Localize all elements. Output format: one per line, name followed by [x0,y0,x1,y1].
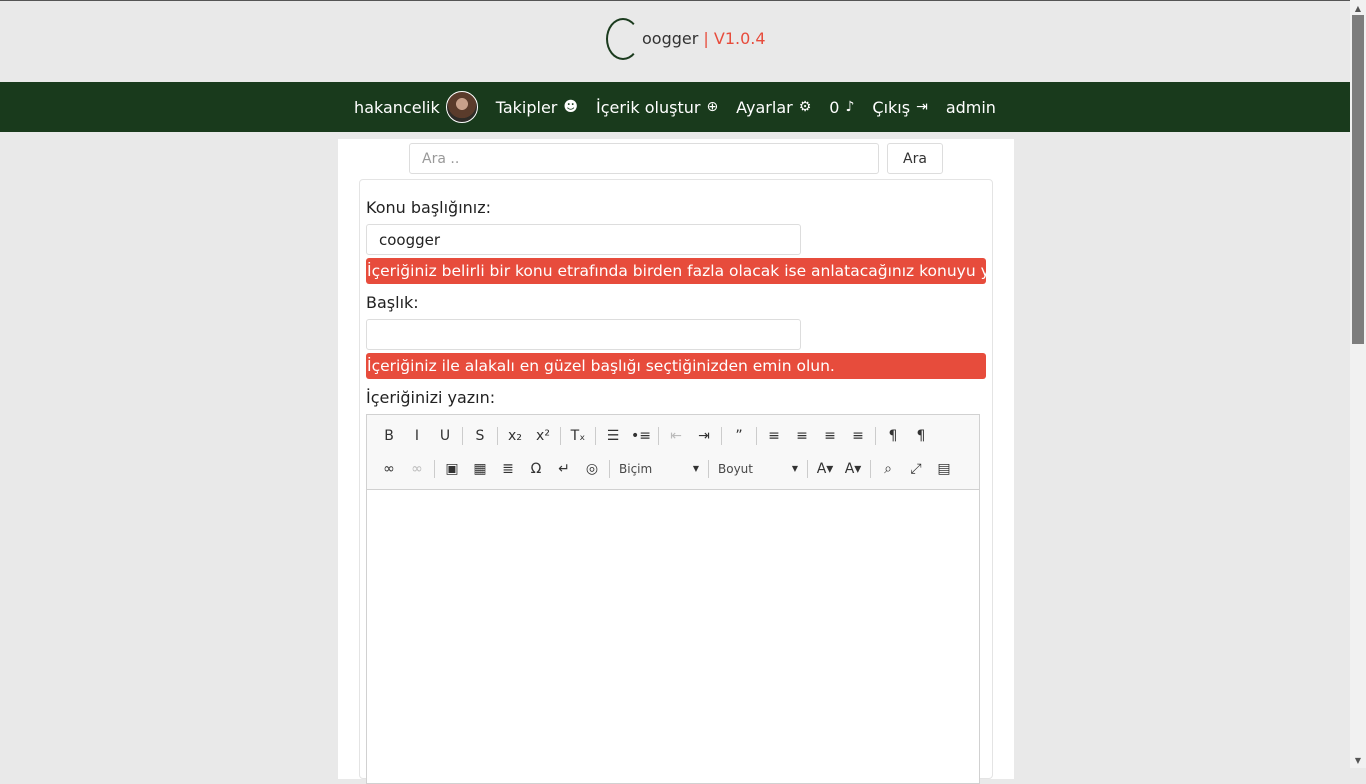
toolbar-separator [708,459,709,478]
size-select-label: Boyut [718,461,753,476]
remove-format-icon[interactable]: Tₓ [564,423,592,449]
page-scrollbar[interactable]: ▲ ▼ [1350,0,1366,768]
preview-icon[interactable]: ⌕ [874,456,902,482]
ltr-icon[interactable]: ¶ [879,423,907,449]
toolbar-separator [721,426,722,445]
logo-c-icon[interactable] [606,18,640,60]
title-input[interactable] [366,319,801,350]
format-select-label: Biçim [619,461,653,476]
toolbar-separator [560,426,561,445]
italic-icon[interactable]: I [403,423,431,449]
nav-username: hakancelik [354,97,440,117]
scroll-up-arrow-icon[interactable]: ▲ [1350,1,1366,15]
link-icon[interactable]: ∞ [375,456,403,482]
content-label: İçeriğinizi yazın: [366,388,496,407]
post-form: Konu başlığınız: İçeriğiniz belirli bir … [359,179,993,784]
special-char-icon[interactable]: Ω [522,456,550,482]
toolbar-separator [807,459,808,478]
justify-icon[interactable]: ≡ [844,423,872,449]
align-right-icon[interactable]: ≡ [816,423,844,449]
users-icon: ☻ [563,99,578,115]
bold-icon[interactable]: B [375,423,403,449]
scrollbar-thumb[interactable] [1352,15,1364,344]
iframe-icon[interactable]: ◎ [578,456,606,482]
sign-out-icon: ⇥ [916,99,928,115]
chevron-down-icon: ▼ [791,464,798,473]
nav-item-4[interactable]: Çıkış ⇥ [872,98,927,117]
toolbar-separator [462,426,463,445]
show-blocks-icon[interactable]: ▤ [930,456,958,482]
toolbar-separator [875,426,876,445]
search-input[interactable] [409,143,879,174]
nav-item-label: İçerik oluştur [596,97,701,117]
nav-item-label: Takipler [495,97,558,117]
toolbar-separator [756,426,757,445]
toolbar-separator [434,459,435,478]
toolbar-separator [658,426,659,445]
nav-item-3[interactable]: 0 ♪ [829,98,854,117]
nav-user[interactable]: hakancelik [354,91,478,123]
strikethrough-icon[interactable]: S [466,423,494,449]
nav-item-1[interactable]: İçerik oluştur ⊕ [596,98,718,117]
navbar: hakancelik Takipler ☻ İçerik oluştur ⊕ Ayarl… [0,82,1350,132]
topic-hint-alert: İçeriğiniz belirli bir konu etrafında bi… [366,258,986,284]
table-icon[interactable]: ▦ [466,456,494,482]
plus-circle-icon: ⊕ [706,99,719,115]
brand-name: oogger [642,29,699,48]
toolbar-separator [497,426,498,445]
scroll-down-arrow-icon[interactable]: ▼ [1350,753,1366,767]
topic-input[interactable] [366,224,801,255]
brand-title[interactable]: oogger | V1.0.4 [642,29,766,48]
image-icon[interactable]: ▣ [438,456,466,482]
nav-item-label: Çıkış [872,97,911,117]
toolbar-separator [595,426,596,445]
subscript-icon[interactable]: x₂ [501,423,529,449]
nav-item-label: 0 [829,97,840,117]
bulleted-list-icon[interactable]: •≡ [627,423,655,449]
toolbar-row-1: B I U Sx₂ x² Tₓ ☰ •≡ ⇤ ⇥” ≡ ≡ ≡ ≡ ¶ ¶ [375,419,979,452]
main-container: Ara Konu başlığınız: İçeriğiniz belirli … [338,139,1014,784]
avatar [445,91,478,123]
topic-label: Konu başlığınız: [366,198,492,217]
title-hint-alert: İçeriğiniz ile alakalı en güzel başlığı … [366,353,986,379]
gear-icon: ⚙ [798,99,812,115]
rich-text-editor: B I U Sx₂ x² Tₓ ☰ •≡ ⇤ ⇥” ≡ ≡ ≡ ≡ ¶ ¶ ∞ ∞ ▣ ▦ ≣ Ω ↵ ◎ Biçim ▼ Boy… [366,414,980,784]
nav-item-label: admin [945,97,996,117]
underline-icon[interactable]: U [431,423,459,449]
rtl-icon[interactable]: ¶ [907,423,935,449]
toolbar-separator [609,459,610,478]
nav-item-label: Ayarlar [736,97,793,117]
bell-icon: ♪ [845,99,855,115]
editor-content-area[interactable] [367,490,979,783]
nav-item-5[interactable]: admin [946,98,996,117]
nav-item-2[interactable]: Ayarlar ⚙ [736,98,811,117]
brand-header: oogger | V1.0.4 [0,1,1350,82]
page-break-icon[interactable]: ↵ [550,456,578,482]
brand-version: | V1.0.4 [698,29,766,48]
maximize-icon[interactable]: ⤢ [902,456,930,482]
search-button[interactable]: Ara [887,143,943,174]
chevron-down-icon: ▼ [692,464,699,473]
superscript-icon[interactable]: x² [529,423,557,449]
text-color-icon[interactable]: A▾ [811,456,839,482]
nav-item-0[interactable]: Takipler ☻ [496,98,578,117]
horizontal-line-icon[interactable]: ≣ [494,456,522,482]
editor-toolbar: B I U Sx₂ x² Tₓ ☰ •≡ ⇤ ⇥” ≡ ≡ ≡ ≡ ¶ ¶ ∞ ∞ ▣ ▦ ≣ Ω ↵ ◎ Biçim ▼ Boy… [367,415,979,490]
outdent-icon[interactable]: ⇤ [662,423,690,449]
size-select[interactable]: Boyut ▼ [712,457,804,481]
blockquote-icon[interactable]: ” [725,423,753,449]
format-select[interactable]: Biçim ▼ [613,457,705,481]
align-left-icon[interactable]: ≡ [760,423,788,449]
bg-color-icon[interactable]: A▾ [839,456,867,482]
align-center-icon[interactable]: ≡ [788,423,816,449]
numbered-list-icon[interactable]: ☰ [599,423,627,449]
toolbar-separator [870,459,871,478]
toolbar-row-2: ∞ ∞ ▣ ▦ ≣ Ω ↵ ◎ Biçim ▼ Boyut ▼ A▾ A▾ ⌕ ⤢ ▤ [375,452,979,485]
unlink-icon[interactable]: ∞ [403,456,431,482]
title-label: Başlık: [366,293,419,312]
indent-icon[interactable]: ⇥ [690,423,718,449]
